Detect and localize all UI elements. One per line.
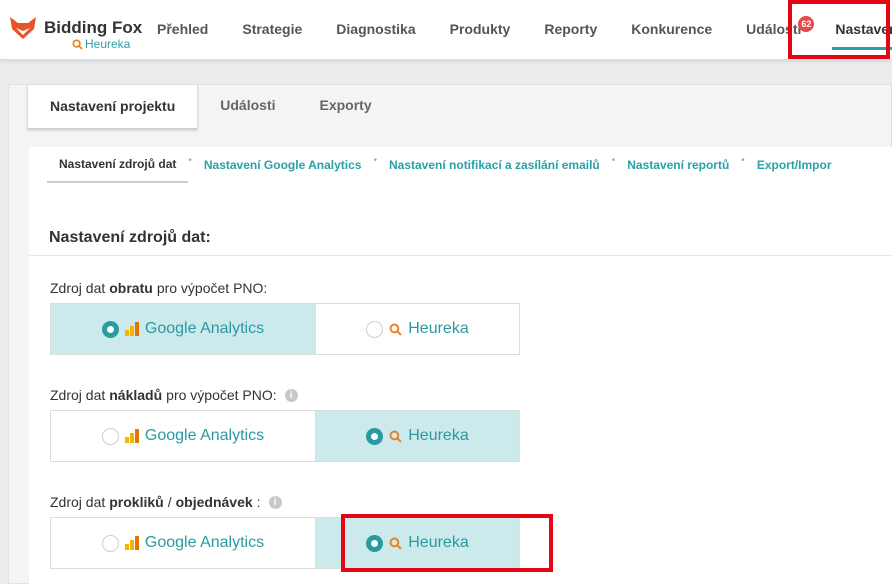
- option-prokliky-google-analytics[interactable]: Google Analytics: [51, 518, 316, 568]
- google-analytics-icon: [124, 536, 139, 550]
- nav-diagnostika[interactable]: Diagnostika: [319, 0, 432, 60]
- info-icon[interactable]: i: [284, 388, 298, 402]
- google-analytics-icon: [124, 322, 139, 336]
- field-label-prokliky: Zdroj dat prokliků / objednávek: i: [50, 494, 282, 510]
- segmented-prokliky: Google Analytics Heureka: [50, 517, 520, 569]
- subnav-zdroje-dat[interactable]: Nastavení zdrojů dat: [47, 157, 189, 183]
- project-tabs: Nastavení projektu Události Exporty: [27, 84, 394, 130]
- heureka-icon: [389, 430, 402, 443]
- top-bar: Bidding Fox Heureka Přehled Strategie Di…: [0, 0, 892, 60]
- segmented-naklady: Google Analytics Heureka: [50, 410, 520, 462]
- subnav-notifikace[interactable]: Nastavení notifikací a zasílání emailů: [377, 158, 612, 182]
- nav-strategie[interactable]: Strategie: [225, 0, 319, 60]
- nav-reporty[interactable]: Reporty: [527, 0, 614, 60]
- radio-checked[interactable]: [366, 427, 384, 445]
- brand-sub: Heureka: [72, 37, 130, 51]
- nav-prehled[interactable]: Přehled: [140, 0, 225, 60]
- settings-subnav: Nastavení zdrojů dat • Nastavení Google …: [29, 147, 892, 183]
- notification-badge: 62: [798, 16, 815, 32]
- radio-unchecked[interactable]: [101, 427, 119, 445]
- subnav-export-import[interactable]: Export/Impor: [745, 158, 844, 182]
- radio-checked[interactable]: [101, 320, 119, 338]
- tab-exporty[interactable]: Exporty: [298, 84, 394, 130]
- radio-checked[interactable]: [366, 534, 384, 552]
- option-prokliky-heureka[interactable]: Heureka: [316, 518, 519, 568]
- radio-unchecked[interactable]: [366, 320, 384, 338]
- heureka-icon: [389, 537, 402, 550]
- option-obrat-heureka[interactable]: Heureka: [316, 304, 519, 354]
- tab-udalosti[interactable]: Události: [198, 84, 297, 130]
- nav-konkurence[interactable]: Konkurence: [614, 0, 729, 60]
- info-icon[interactable]: i: [268, 495, 282, 509]
- segmented-obrat: Google Analytics Heureka: [50, 303, 520, 355]
- nav-udalosti[interactable]: Události 62: [729, 0, 818, 60]
- section-title: Nastavení zdrojů dat:: [49, 229, 211, 246]
- logo[interactable]: Bidding Fox Heureka: [8, 13, 148, 53]
- nav-produkty[interactable]: Produkty: [433, 0, 528, 60]
- google-analytics-icon: [124, 429, 139, 443]
- nav-nastaveni[interactable]: Nastavení: [818, 0, 892, 60]
- fox-logo-icon: [10, 17, 36, 39]
- subnav-google-analytics[interactable]: Nastavení Google Analytics: [192, 158, 374, 182]
- heureka-icon: [389, 323, 402, 336]
- option-naklady-google-analytics[interactable]: Google Analytics: [51, 411, 316, 461]
- subnav-reporty[interactable]: Nastavení reportů: [615, 158, 741, 182]
- option-obrat-google-analytics[interactable]: Google Analytics: [51, 304, 316, 354]
- option-naklady-heureka[interactable]: Heureka: [316, 411, 519, 461]
- tab-nastaveni-projektu[interactable]: Nastavení projektu: [27, 84, 199, 130]
- brand-name: Bidding Fox: [44, 18, 143, 37]
- radio-unchecked[interactable]: [101, 534, 119, 552]
- field-label-naklady: Zdroj dat nákladů pro výpočet PNO: i: [50, 387, 298, 403]
- field-label-obrat: Zdroj dat obratu pro výpočet PNO:: [50, 280, 268, 296]
- main-nav: Přehled Strategie Diagnostika Produkty R…: [140, 0, 892, 60]
- heureka-icon: [72, 38, 83, 50]
